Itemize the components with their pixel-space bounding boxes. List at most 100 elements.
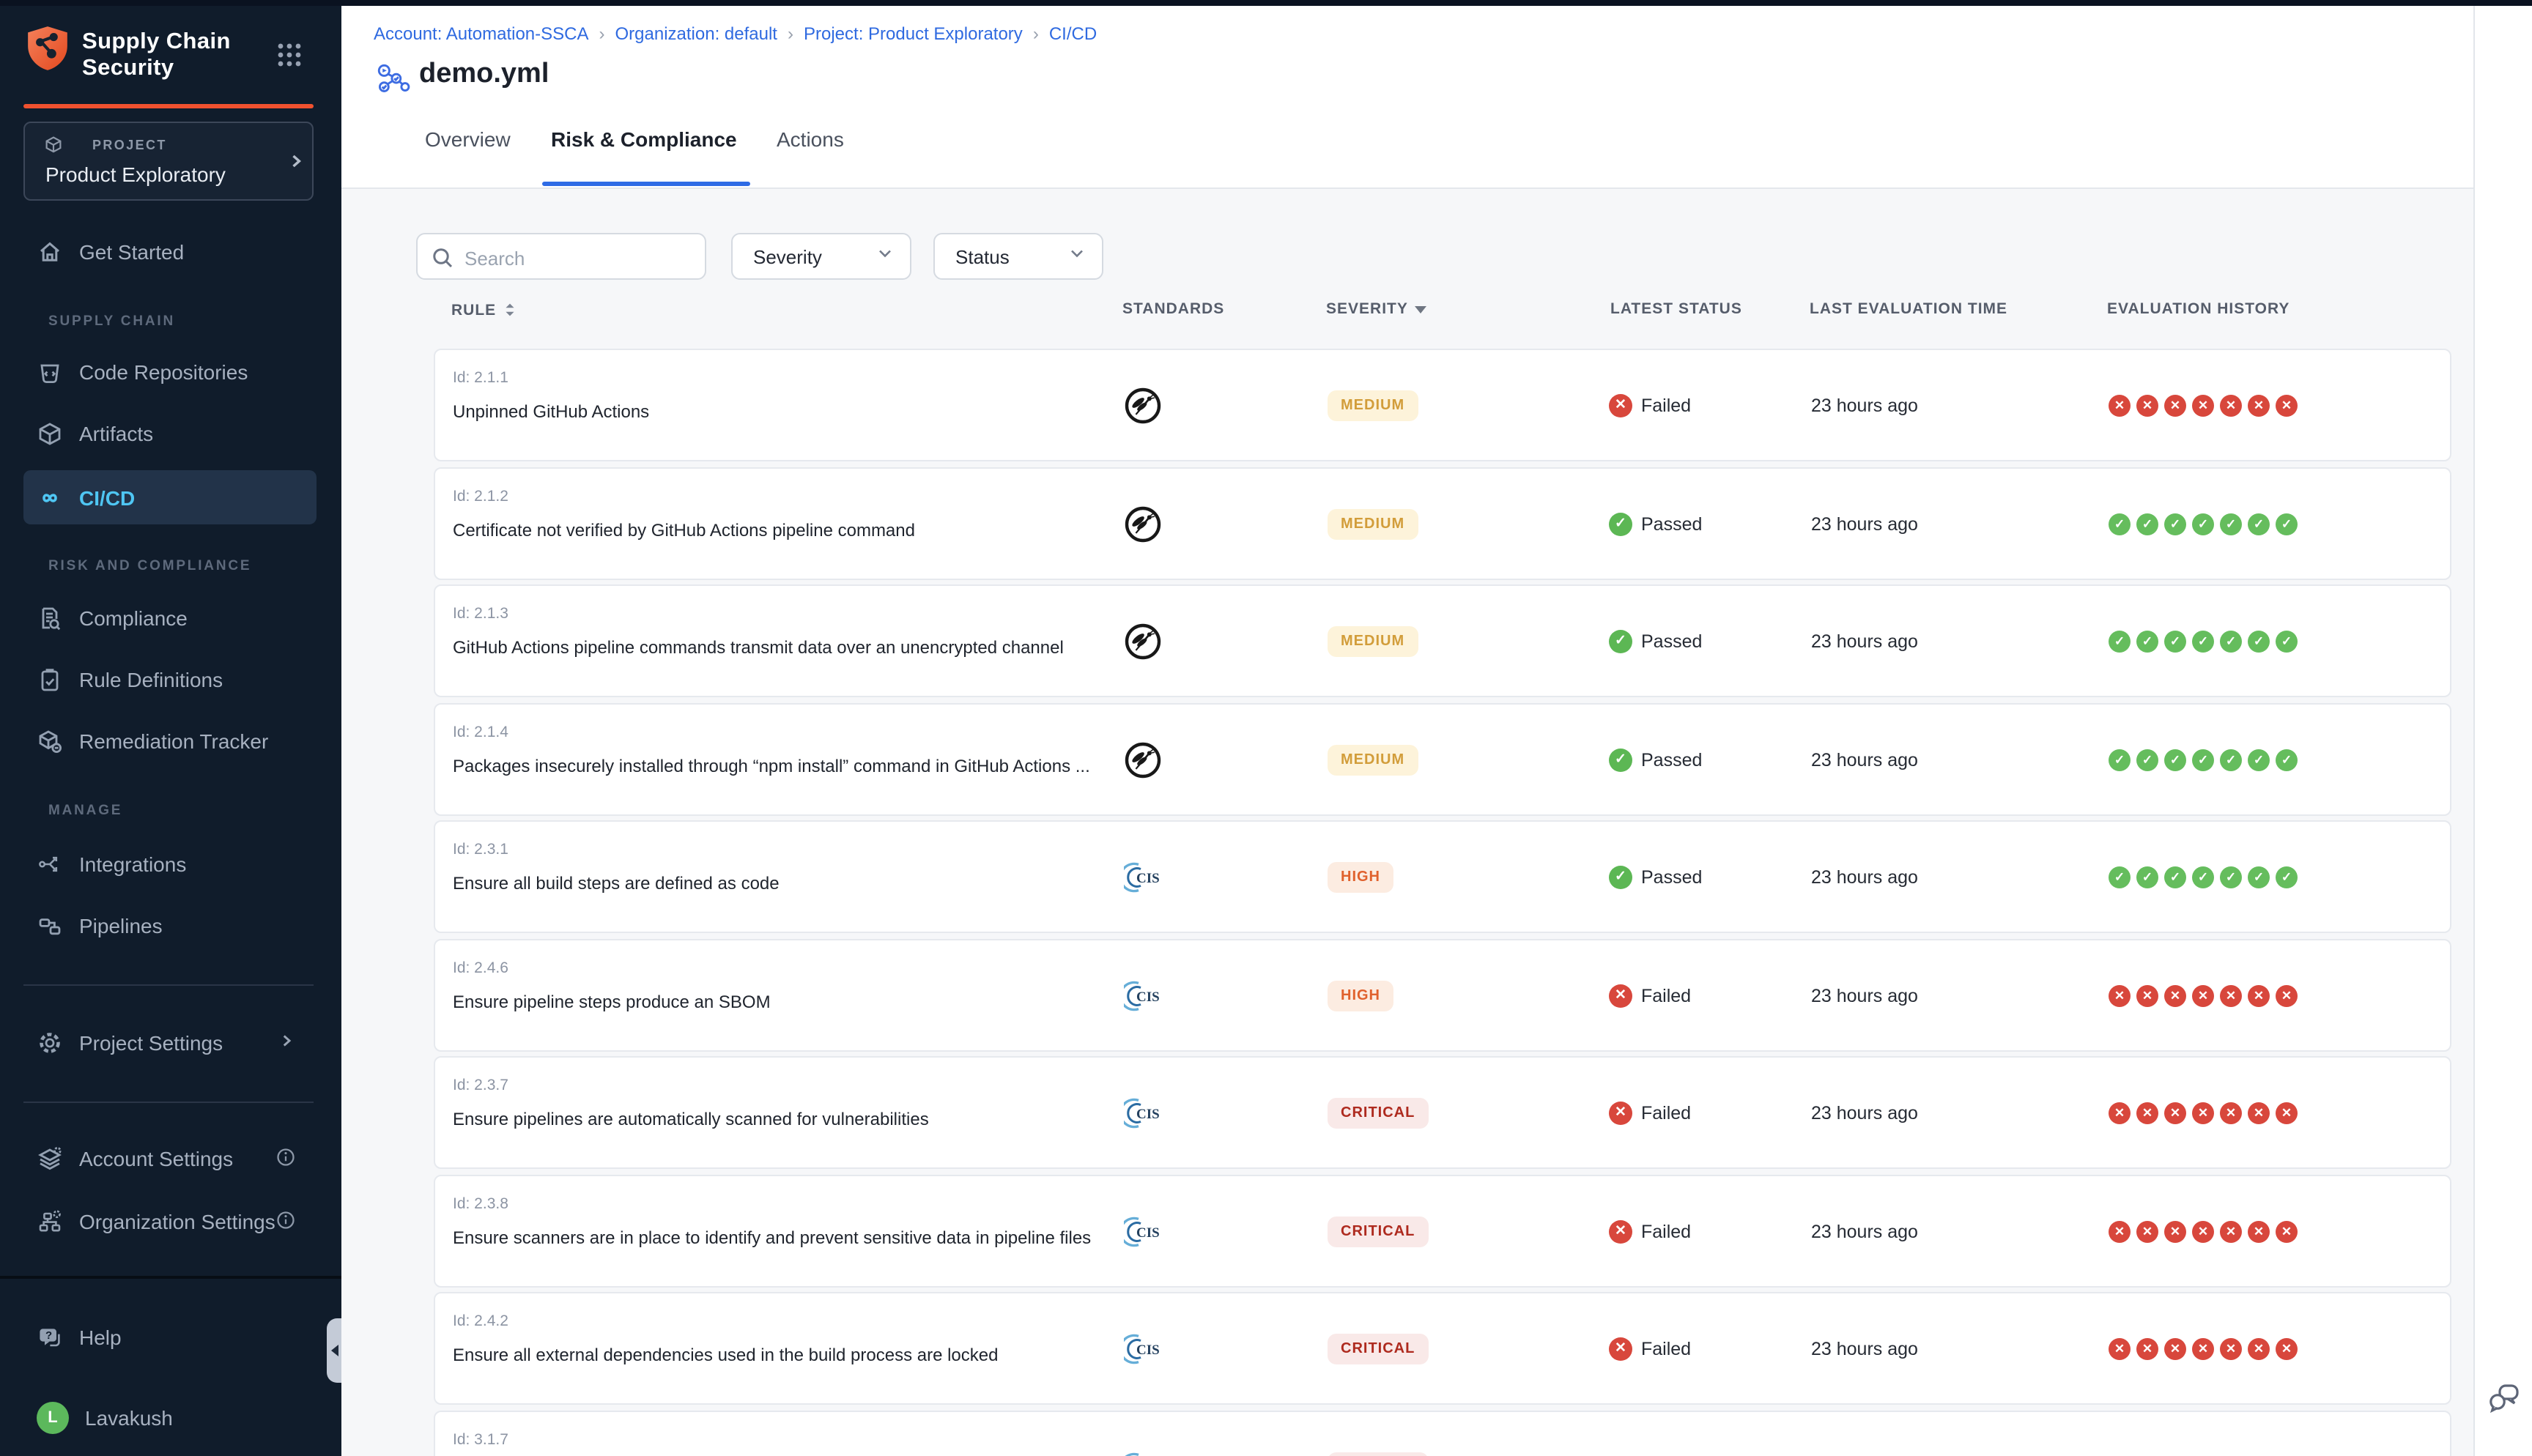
sidebar-item-account-settings[interactable]: Account Settings [23, 1134, 316, 1184]
sidebar-item-integrations[interactable]: Integrations [23, 839, 316, 889]
tab-actions[interactable]: Actions [777, 127, 844, 151]
history-pass-icon: ✓ [2276, 866, 2298, 888]
failed-icon: ✕ [1609, 1337, 1632, 1360]
failed-icon: ✕ [1609, 984, 1632, 1007]
breadcrumb-cicd[interactable]: CI/CD [1049, 23, 1097, 44]
column-header-severity[interactable]: SEVERITY [1326, 300, 1427, 318]
svg-text:CIS: CIS [1136, 989, 1160, 1004]
severity-filter-dropdown[interactable]: Severity [731, 233, 911, 280]
sidebar-item-get-started[interactable]: Get Started [23, 227, 316, 277]
failed-icon: ✕ [1609, 1219, 1632, 1243]
info-icon[interactable] [275, 1209, 296, 1234]
table-row[interactable]: Id: 2.1.1 Unpinned GitHub Actions MEDIUM… [434, 349, 2451, 461]
sidebar-item-project-settings[interactable]: Project Settings [23, 1018, 316, 1068]
evaluation-history: ✓✓✓✓✓✓✓ [2109, 630, 2298, 652]
breadcrumb-project[interactable]: Project: Product Exploratory [804, 23, 1023, 44]
cis-icon: CIS [1124, 1212, 1163, 1250]
column-header-rule[interactable]: RULE [451, 300, 517, 319]
gear-icon [37, 1030, 63, 1056]
table-row[interactable]: Id: 2.1.3 GitHub Actions pipeline comman… [434, 584, 2451, 697]
evaluation-history: ✕✕✕✕✕✕✕ [2109, 394, 2298, 416]
status-text: Failed [1641, 395, 1691, 415]
user-name: Lavakush [85, 1406, 173, 1430]
clipboard-check-icon [37, 666, 63, 693]
table-row[interactable]: Id: 2.1.4 Packages insecurely installed … [434, 703, 2451, 816]
history-pass-icon: ✓ [2192, 630, 2214, 652]
sidebar-item-label: Account Settings [79, 1147, 233, 1170]
history-fail-icon: ✕ [2109, 394, 2131, 416]
evaluation-time: 23 hours ago [1811, 1221, 1918, 1241]
tab-risk-compliance[interactable]: Risk & Compliance [551, 127, 737, 151]
tab-overview[interactable]: Overview [425, 127, 511, 151]
sidebar-item-organization-settings[interactable]: Organization Settings [23, 1197, 316, 1247]
sidebar-item-artifacts[interactable]: Artifacts [23, 409, 316, 458]
column-header-standards[interactable]: STANDARDS [1122, 300, 1224, 318]
owasp-icon [1124, 505, 1163, 543]
module-grid-icon[interactable] [277, 42, 302, 75]
search-icon [431, 246, 454, 277]
sidebar-item-remediation-tracker[interactable]: Remediation Tracker [23, 716, 316, 766]
severity-badge: CRITICAL [1328, 1097, 1428, 1128]
sidebar-item-rule-definitions[interactable]: Rule Definitions [23, 655, 316, 705]
info-icon[interactable] [275, 1146, 296, 1171]
table-row[interactable]: Id: 2.4.2 Ensure all external dependenci… [434, 1292, 2451, 1405]
rule-id: Id: 2.3.1 [453, 841, 508, 858]
sidebar-item-cicd[interactable]: CI/CD [23, 470, 316, 524]
code-repository-icon [37, 359, 63, 385]
account-layers-icon [37, 1145, 63, 1172]
app-title-line2: Security [82, 56, 174, 82]
project-selector[interactable]: PROJECT Product Exploratory [23, 122, 314, 201]
severity-badge: MEDIUM [1328, 625, 1418, 656]
chat-support-icon[interactable] [2487, 1380, 2522, 1422]
risk-compliance-panel: Severity Status RULE STANDARDS SEVERITY … [341, 189, 2473, 1456]
latest-status: ✕Failed [1609, 393, 1691, 417]
passed-icon: ✓ [1609, 865, 1632, 888]
chevron-right-icon [286, 151, 306, 179]
table-row[interactable]: Id: 2.3.1 Ensure all build steps are def… [434, 820, 2451, 933]
sidebar-item-compliance[interactable]: Compliance [23, 593, 316, 643]
sidebar-divider [23, 1102, 314, 1103]
table-row[interactable]: Id: 2.3.7 Ensure pipelines are automatic… [434, 1056, 2451, 1169]
table-row[interactable]: Id: 2.3.8 Ensure scanners are in place t… [434, 1175, 2451, 1288]
column-header-last-evaluation-time[interactable]: LAST EVALUATION TIME [1810, 300, 2007, 318]
table-row[interactable]: Id: 2.1.2 Certificate not verified by Gi… [434, 467, 2451, 580]
history-fail-icon: ✕ [2136, 394, 2158, 416]
sidebar-bottom-separator [0, 1276, 341, 1279]
breadcrumb: Account: Automation-SSCA › Organization:… [374, 23, 1097, 44]
search-field[interactable] [416, 233, 706, 280]
sidebar-collapse-handle[interactable] [327, 1318, 341, 1383]
table-row[interactable]: Id: 2.4.6 Ensure pipeline steps produce … [434, 939, 2451, 1052]
sidebar-item-pipelines[interactable]: Pipelines [23, 901, 316, 951]
history-fail-icon: ✕ [2192, 1220, 2214, 1242]
column-header-latest-status[interactable]: LATEST STATUS [1610, 300, 1742, 318]
severity-badge: HIGH [1328, 861, 1393, 892]
history-fail-icon: ✕ [2220, 1337, 2242, 1359]
user-menu[interactable]: L Lavakush [23, 1393, 316, 1443]
sidebar-item-label: Remediation Tracker [79, 729, 268, 753]
app-title-line1: Supply Chain [82, 29, 231, 56]
breadcrumb-organization[interactable]: Organization: default [615, 23, 778, 44]
history-fail-icon: ✕ [2276, 1337, 2298, 1359]
rule-id: Id: 2.4.6 [453, 959, 508, 977]
breadcrumb-account[interactable]: Account: Automation-SSCA [374, 23, 589, 44]
sidebar-item-help[interactable]: ? Help [23, 1312, 316, 1362]
cis-icon: CIS [1124, 1093, 1163, 1132]
status-text: Failed [1641, 1102, 1691, 1123]
history-fail-icon: ✕ [2136, 1220, 2158, 1242]
severity-badge: HIGH [1328, 980, 1393, 1011]
chevron-down-icon [1067, 242, 1087, 270]
history-pass-icon: ✓ [2109, 866, 2131, 888]
breadcrumb-separator-icon: › [1033, 23, 1039, 44]
project-label: PROJECT [92, 138, 167, 152]
status-text: Failed [1641, 1221, 1691, 1241]
rule-name: GitHub Actions pipeline commands transmi… [453, 637, 1064, 658]
search-input[interactable] [462, 236, 702, 280]
sidebar-item-code-repositories[interactable]: Code Repositories [23, 347, 316, 397]
rule-id: Id: 2.4.2 [453, 1312, 508, 1330]
column-header-evaluation-history[interactable]: EVALUATION HISTORY [2107, 300, 2289, 318]
history-fail-icon: ✕ [2136, 1102, 2158, 1123]
status-filter-dropdown[interactable]: Status [933, 233, 1103, 280]
table-row[interactable]: Id: 3.1.7 CIS CRITICAL ✕Failed 23 hours … [434, 1411, 2451, 1456]
history-fail-icon: ✕ [2164, 984, 2186, 1006]
app-window: Supply Chain Security PROJECT Product Ex… [0, 0, 2532, 1456]
